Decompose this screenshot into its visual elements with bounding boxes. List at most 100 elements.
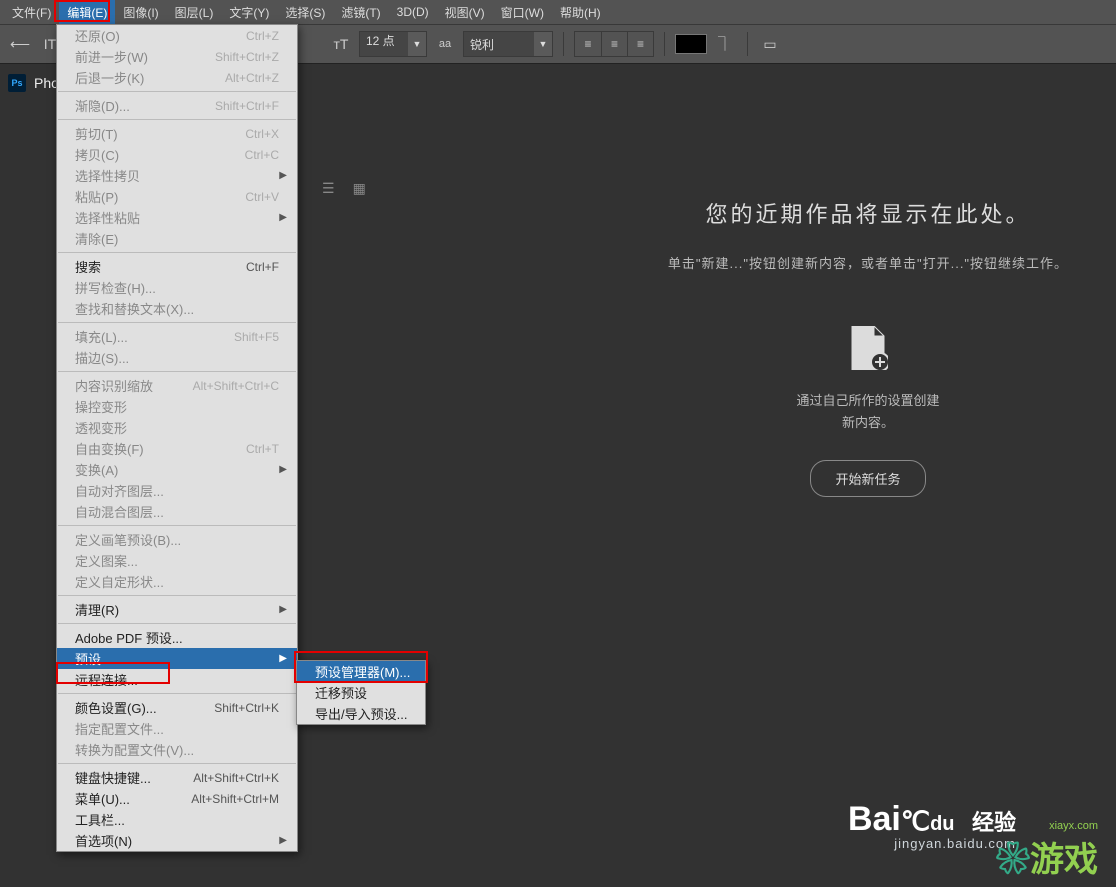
- menu-item: 渐隐(D)... Shift+Ctrl+F: [57, 95, 297, 116]
- list-view-button[interactable]: ☰: [322, 180, 335, 197]
- menu-item[interactable]: 首选项(N)▶: [57, 830, 297, 851]
- menu-item-label: 透视变形: [75, 418, 127, 437]
- menu-item: 后退一步(K)Alt+Ctrl+Z: [57, 67, 297, 88]
- menu-item-label: 工具栏...: [75, 810, 125, 829]
- antialias-select[interactable]: 锐利 ▼: [463, 31, 553, 57]
- menu-item[interactable]: 键盘快捷键...Alt+Shift+Ctrl+K: [57, 767, 297, 788]
- menu-item-label: 渐隐(D)...: [75, 96, 130, 115]
- menu-item-label: 自动混合图层...: [75, 502, 164, 521]
- edit-menu-dropdown: 还原(O)Ctrl+Z前进一步(W)Shift+Ctrl+Z后退一步(K)Alt…: [56, 24, 298, 852]
- menubar: 文件(F)编辑(E)图像(I)图层(L)文字(Y)选择(S)滤镜(T)3D(D)…: [0, 0, 1116, 24]
- submenu-arrow-icon: ▶: [279, 212, 287, 223]
- menu-shortcut: Ctrl+C: [245, 148, 279, 162]
- menu-item-label: 剪切(T): [75, 124, 118, 143]
- menu-item: 透视变形: [57, 417, 297, 438]
- menubar-item[interactable]: 文件(F): [4, 0, 59, 25]
- welcome-desc2: 新内容。: [640, 412, 1096, 434]
- watermark-text: Bai℃du 经验: [848, 802, 1016, 836]
- menu-item-label: 定义自定形状...: [75, 572, 164, 591]
- watermark2-text: ❀游戏: [996, 832, 1098, 881]
- menu-item-label: 描边(S)...: [75, 348, 129, 367]
- font-size-input[interactable]: 12 点: [360, 32, 408, 56]
- menu-shortcut: Alt+Shift+Ctrl+K: [193, 771, 279, 785]
- align-center-button[interactable]: ≡: [601, 32, 627, 56]
- menu-item-label: 搜索: [75, 257, 101, 276]
- menu-item-label: 填充(L)...: [75, 327, 128, 346]
- new-file-icon: [848, 326, 888, 370]
- antialias-value: 锐利: [464, 36, 534, 53]
- menu-item[interactable]: 工具栏...: [57, 809, 297, 830]
- menu-shortcut: Shift+Ctrl+F: [215, 99, 279, 113]
- menu-item-label: 操控变形: [75, 397, 127, 416]
- menu-item[interactable]: 搜索 Ctrl+F: [57, 256, 297, 277]
- watermark2-url: xiayx.com: [996, 820, 1098, 832]
- submenu-item[interactable]: 迁移预设: [297, 682, 425, 703]
- menu-separator: [58, 595, 296, 596]
- watermark-game: xiayx.com ❀游戏: [996, 820, 1098, 881]
- menu-shortcut: Ctrl+X: [245, 127, 279, 141]
- submenu-item[interactable]: 导出/导入预设...: [297, 703, 425, 724]
- menu-item-label: Adobe PDF 预设...: [75, 628, 183, 647]
- menubar-item[interactable]: 图层(L): [167, 0, 222, 25]
- menu-shortcut: Ctrl+Z: [246, 29, 279, 43]
- menubar-item[interactable]: 3D(D): [389, 1, 437, 23]
- menu-item-label: 选择性拷贝: [75, 166, 140, 185]
- menu-item-label: 查找和替换文本(X)...: [75, 299, 194, 318]
- menu-item-label: 指定配置文件...: [75, 719, 164, 738]
- menu-item-label: 清除(E): [75, 229, 118, 248]
- text-align-group: ≡ ≡ ≡: [574, 31, 654, 57]
- menu-item[interactable]: Adobe PDF 预设...: [57, 627, 297, 648]
- start-new-task-button[interactable]: 开始新任务: [810, 460, 925, 497]
- menu-item: 剪切(T) Ctrl+X: [57, 123, 297, 144]
- menu-item-label: 颜色设置(G)...: [75, 698, 157, 717]
- warp-text-icon[interactable]: ⏋: [713, 32, 737, 56]
- menubar-item[interactable]: 文字(Y): [221, 0, 277, 25]
- menu-separator: [58, 322, 296, 323]
- menu-item: 自动混合图层...: [57, 501, 297, 522]
- submenu-arrow-icon: ▶: [279, 653, 287, 664]
- menubar-item[interactable]: 视图(V): [437, 0, 493, 25]
- menu-item-label: 自动对齐图层...: [75, 481, 164, 500]
- menu-item-label: 首选项(N): [75, 831, 132, 850]
- font-size-field[interactable]: 12 点 ▼: [359, 31, 427, 57]
- menubar-item[interactable]: 图像(I): [115, 0, 166, 25]
- welcome-desc: 通过自己所作的设置创建 新内容。: [640, 390, 1096, 434]
- menu-item-label: 定义图案...: [75, 551, 138, 570]
- watermark-url: jingyan.baidu.com: [848, 836, 1016, 851]
- ps-logo-icon: Ps: [8, 74, 26, 92]
- menu-item: 填充(L)...Shift+F5: [57, 326, 297, 347]
- menu-item: 还原(O)Ctrl+Z: [57, 25, 297, 46]
- home-icon[interactable]: ⟵: [8, 32, 32, 56]
- menu-separator: [58, 119, 296, 120]
- align-left-button[interactable]: ≡: [575, 32, 601, 56]
- menubar-item[interactable]: 滤镜(T): [333, 0, 388, 25]
- menubar-item[interactable]: 选择(S): [277, 0, 333, 25]
- welcome-subtitle: 单击"新建..."按钮创建新内容，或者单击"打开..."按钮继续工作。: [640, 253, 1096, 272]
- align-right-button[interactable]: ≡: [627, 32, 653, 56]
- menu-item[interactable]: 清理(R)▶: [57, 599, 297, 620]
- grid-view-button[interactable]: ▦: [353, 180, 366, 197]
- welcome-panel: 您的近期作品将显示在此处。 单击"新建..."按钮创建新内容，或者单击"打开..…: [640, 197, 1096, 497]
- menu-item[interactable]: 菜单(U)...Alt+Shift+Ctrl+M: [57, 788, 297, 809]
- submenu-item-label: 导出/导入预设...: [315, 704, 407, 723]
- menu-item-label: 粘贴(P): [75, 187, 118, 206]
- menu-shortcut: Ctrl+F: [246, 260, 279, 274]
- submenu-item-label: 迁移预设: [315, 683, 367, 702]
- menu-item-label: 清理(R): [75, 600, 119, 619]
- watermark-baidu: Bai℃du 经验 jingyan.baidu.com: [848, 802, 1016, 851]
- text-color-swatch[interactable]: [675, 34, 707, 54]
- menu-item: 定义图案...: [57, 550, 297, 571]
- panel-icon[interactable]: ▭: [758, 32, 782, 56]
- menubar-item[interactable]: 帮助(H): [552, 0, 609, 25]
- menu-item[interactable]: 颜色设置(G)...Shift+Ctrl+K: [57, 697, 297, 718]
- chevron-down-icon[interactable]: ▼: [408, 32, 426, 56]
- view-switcher: ☰ ▦: [322, 180, 366, 197]
- menu-item: 定义画笔预设(B)...: [57, 529, 297, 550]
- chevron-down-icon[interactable]: ▼: [534, 32, 552, 56]
- menubar-item[interactable]: 窗口(W): [493, 0, 552, 25]
- menu-shortcut: Alt+Shift+Ctrl+C: [193, 379, 279, 393]
- menu-separator: [58, 252, 296, 253]
- menu-item-label: 自由变换(F): [75, 439, 144, 458]
- menu-separator: [58, 763, 296, 764]
- menu-item-label: 拷贝(C): [75, 145, 119, 164]
